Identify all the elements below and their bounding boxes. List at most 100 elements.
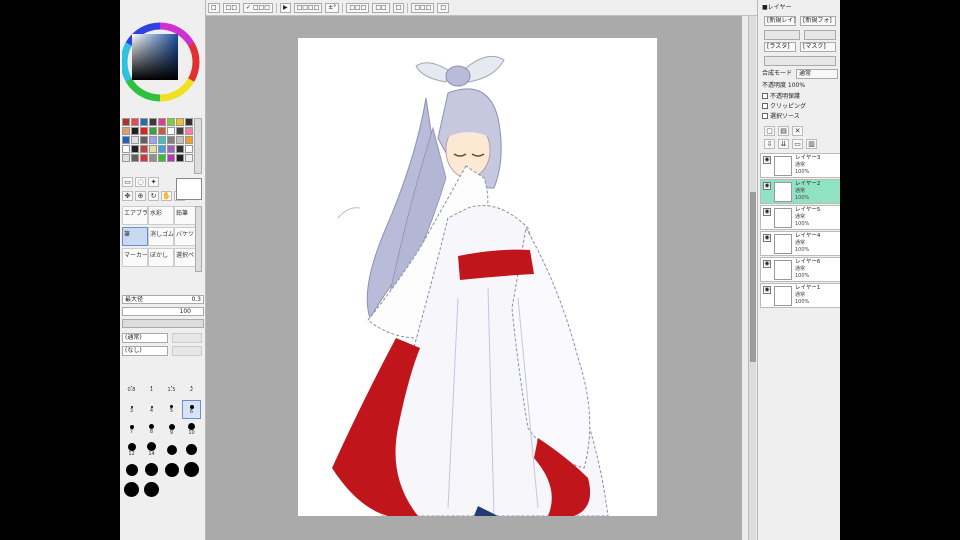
color-swatch[interactable] bbox=[176, 127, 184, 135]
mask-button[interactable]: [マスク] bbox=[800, 42, 836, 52]
color-swatch[interactable] bbox=[185, 118, 193, 126]
color-swatch[interactable] bbox=[131, 154, 139, 162]
brush-size-preset[interactable] bbox=[162, 460, 181, 479]
brush-size-preset[interactable] bbox=[122, 460, 141, 479]
brush-size-preset[interactable] bbox=[182, 460, 201, 479]
color-swatch[interactable] bbox=[131, 127, 139, 135]
color-swatch[interactable] bbox=[149, 136, 157, 144]
new-layer-button[interactable]: [新規レイ] bbox=[764, 16, 796, 26]
option-protect[interactable]: 不透明保護 bbox=[762, 93, 800, 101]
tool-slot[interactable]: 筆 bbox=[122, 227, 148, 246]
canvas-vertical-scrollbar[interactable] bbox=[748, 16, 756, 540]
color-swatch[interactable] bbox=[158, 145, 166, 153]
brush-size-preset[interactable]: 9 bbox=[162, 420, 181, 439]
brush-size-preset[interactable]: 6 bbox=[182, 400, 201, 419]
new-folder-button[interactable]: [新規フォ] bbox=[800, 16, 836, 26]
layer-visibility-icon[interactable]: ◉ bbox=[763, 286, 771, 294]
brush-size-preset[interactable] bbox=[142, 480, 161, 499]
transfer-icon[interactable]: ⇩ bbox=[764, 139, 775, 149]
color-swatch[interactable] bbox=[140, 136, 148, 144]
color-swatch[interactable] bbox=[149, 145, 157, 153]
brush-size-preset[interactable]: 1 bbox=[142, 380, 161, 399]
color-swatch[interactable] bbox=[140, 127, 148, 135]
color-swatch[interactable] bbox=[149, 127, 157, 135]
tool-scrollbar[interactable] bbox=[195, 206, 202, 272]
new-layer-icon[interactable]: ▢ bbox=[764, 126, 775, 136]
toolbar-button[interactable]: □□ bbox=[372, 2, 390, 13]
color-swatch[interactable] bbox=[131, 136, 139, 144]
move-icon[interactable]: ✥ bbox=[122, 190, 133, 201]
clear-icon[interactable]: ▭ bbox=[792, 139, 803, 149]
merge-icon[interactable]: ⇊ bbox=[778, 139, 789, 149]
canvas-area[interactable] bbox=[206, 16, 742, 540]
toolbar-button[interactable]: □□□ bbox=[411, 2, 435, 13]
tool-slot[interactable]: 水彩 bbox=[148, 206, 174, 225]
color-swatch[interactable] bbox=[131, 145, 139, 153]
layer-op-2[interactable] bbox=[804, 30, 836, 40]
brush-size-preset[interactable]: 14 bbox=[142, 440, 161, 459]
toolbar-button[interactable]: ±° bbox=[325, 2, 340, 13]
brush-size-preset[interactable]: 7 bbox=[122, 420, 141, 439]
brush-size-preset[interactable]: 1.5 bbox=[162, 380, 181, 399]
brush-size-preset[interactable]: 10 bbox=[182, 420, 201, 439]
density-slider[interactable]: 100 bbox=[122, 307, 204, 316]
color-swatch[interactable] bbox=[185, 145, 193, 153]
brush-size-preset[interactable]: 8 bbox=[142, 420, 161, 439]
color-swatch[interactable] bbox=[176, 154, 184, 162]
color-swatch[interactable] bbox=[122, 136, 130, 144]
color-swatch[interactable] bbox=[176, 145, 184, 153]
color-swatch[interactable] bbox=[122, 145, 130, 153]
color-swatch[interactable] bbox=[131, 118, 139, 126]
toolbar-button[interactable]: ▶ bbox=[279, 2, 291, 13]
rotate-icon[interactable]: ↻ bbox=[148, 190, 159, 201]
color-swatch[interactable] bbox=[167, 127, 175, 135]
shape-strength[interactable] bbox=[172, 346, 202, 356]
swatch-scrollbar[interactable] bbox=[194, 118, 202, 174]
toolbar-button[interactable]: □ bbox=[208, 2, 220, 13]
brush-size-preset[interactable]: 5 bbox=[162, 400, 181, 419]
protect-checkbox[interactable] bbox=[762, 93, 768, 99]
clipping-checkbox[interactable] bbox=[762, 103, 768, 109]
layer-row[interactable]: ◉ レイヤー2 通常 100% bbox=[760, 179, 840, 204]
toolbar-button[interactable]: □□ bbox=[222, 2, 241, 13]
color-wheel[interactable] bbox=[122, 14, 202, 104]
color-swatch[interactable] bbox=[185, 136, 193, 144]
color-swatch[interactable] bbox=[167, 118, 175, 126]
color-swatch[interactable] bbox=[149, 118, 157, 126]
brush-size-preset[interactable]: 3 bbox=[122, 400, 141, 419]
selection-rect-icon[interactable]: ▭ bbox=[122, 176, 133, 187]
color-swatch[interactable] bbox=[140, 118, 148, 126]
brush-size-preset[interactable] bbox=[142, 460, 161, 479]
layer-row[interactable]: ◉ レイヤー5 通常 100% bbox=[760, 205, 840, 230]
canvas-scroll-thumb[interactable] bbox=[750, 192, 756, 362]
layer-op-1[interactable] bbox=[764, 30, 800, 40]
option-source[interactable]: 選択ソース bbox=[762, 113, 800, 121]
tool-slot[interactable]: ぼかし bbox=[148, 248, 174, 267]
magic-wand-icon[interactable]: ✦ bbox=[148, 176, 159, 187]
color-swatch[interactable] bbox=[122, 127, 130, 135]
toolbar-button[interactable]: ✓ □□□ bbox=[243, 2, 273, 13]
texture-dropdown[interactable]: (通常) bbox=[122, 333, 168, 343]
toolbar-button[interactable]: □□□□ bbox=[293, 2, 323, 13]
toolbar-button[interactable]: □ bbox=[437, 2, 450, 13]
delete-layer-icon[interactable]: ✕ bbox=[792, 126, 803, 136]
color-swatch[interactable] bbox=[158, 127, 166, 135]
layer-visibility-icon[interactable]: ◉ bbox=[763, 182, 771, 190]
layer-visibility-icon[interactable]: ◉ bbox=[763, 234, 771, 242]
zoom-icon[interactable]: ⊕ bbox=[135, 190, 146, 201]
color-swatch[interactable] bbox=[149, 154, 157, 162]
color-swatch[interactable] bbox=[158, 154, 166, 162]
layer-row[interactable]: ◉ レイヤー4 通常 100% bbox=[760, 231, 840, 256]
layer-visibility-icon[interactable]: ◉ bbox=[763, 208, 771, 216]
option-clipping[interactable]: クリッピング bbox=[762, 103, 806, 111]
lasso-icon[interactable]: ◌ bbox=[135, 176, 146, 187]
shape-dropdown[interactable]: (なし) bbox=[122, 346, 168, 356]
toolbar-button[interactable]: □ bbox=[392, 2, 405, 13]
texture-strength[interactable] bbox=[172, 333, 202, 343]
layer-visibility-icon[interactable]: ◉ bbox=[763, 260, 771, 268]
color-swatch[interactable] bbox=[167, 136, 175, 144]
color-swatch[interactable] bbox=[140, 154, 148, 162]
tool-slot[interactable]: エアブラシ bbox=[122, 206, 148, 225]
brush-size-preset[interactable]: 12 bbox=[122, 440, 141, 459]
source-checkbox[interactable] bbox=[762, 113, 768, 119]
